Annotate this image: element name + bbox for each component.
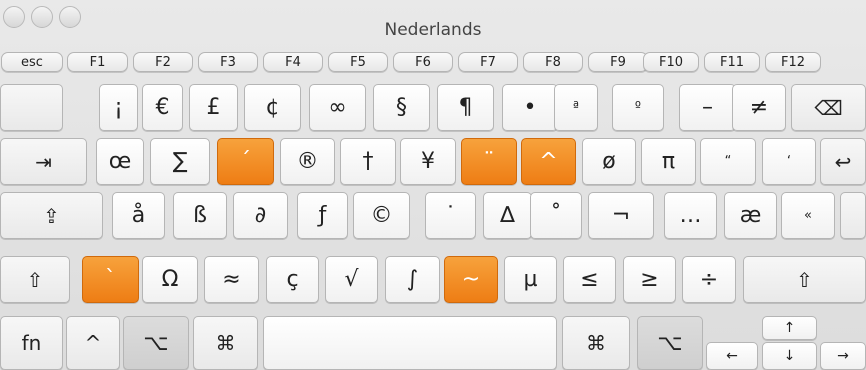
key-0[interactable]: º [612,84,664,131]
control-key[interactable]: ^ [66,316,120,370]
key-i-dead-circumflex[interactable]: ^ [521,138,576,185]
key-2[interactable]: € [142,84,183,131]
key-b[interactable]: ∫ [385,256,440,303]
key-3[interactable]: £ [189,84,238,131]
key-h[interactable]: ˙ [425,192,476,239]
key-semicolon[interactable]: … [664,192,717,239]
right-command-key[interactable]: ⌘ [562,316,630,370]
key-s[interactable]: ß [173,192,227,239]
key-f11[interactable]: F11 [704,52,760,72]
left-option-key[interactable]: ⌥ [123,316,189,370]
left-arrow-key[interactable]: ← [706,342,758,370]
key-6[interactable]: § [373,84,430,131]
key-period[interactable]: ≥ [623,256,676,303]
key-backslash[interactable]: « [781,192,835,239]
up-arrow-key[interactable]: ↑ [762,316,817,340]
keyboard-viewer-window: Nederlands esc F1 F2 F3 F4 F5 F6 F7 F8 F… [0,0,866,370]
key-8[interactable]: • [502,84,558,131]
caps-lock-key[interactable]: ⇪ [0,192,103,239]
title-bar: Nederlands [0,0,866,48]
key-f5[interactable]: F5 [328,52,388,72]
key-y[interactable]: ¥ [400,138,456,185]
key-f12[interactable]: F12 [765,52,821,72]
key-5[interactable]: ∞ [309,84,366,131]
left-shift-key[interactable]: ⇧ [0,256,70,303]
right-option-key[interactable]: ⌥ [637,316,703,370]
key-f4[interactable]: F4 [263,52,323,72]
key-f9[interactable]: F9 [588,52,648,72]
key-w[interactable]: ∑ [150,138,210,185]
key-f10[interactable]: F10 [643,52,699,72]
key-q[interactable]: œ [96,138,144,185]
key-f7[interactable]: F7 [458,52,518,72]
return-key-lower[interactable] [840,192,866,239]
key-right-bracket[interactable]: ‘ [762,138,816,185]
key-j[interactable]: ∆ [483,192,532,239]
key-quote[interactable]: æ [724,192,777,239]
key-n-dead-tilde[interactable]: ~ [444,256,498,303]
key-g[interactable]: © [353,192,410,239]
return-key[interactable]: ↩ [820,138,866,185]
key-f1[interactable]: F1 [67,52,128,72]
key-equals[interactable]: ≠ [732,84,786,131]
key-t[interactable]: † [340,138,396,185]
key-z[interactable]: Ω [142,256,198,303]
key-4[interactable]: ¢ [244,84,301,131]
key-slash[interactable]: ÷ [682,256,736,303]
down-arrow-key[interactable]: ↓ [762,342,817,370]
key-v[interactable]: √ [325,256,378,303]
key-l[interactable]: ¬ [588,192,654,239]
left-command-key[interactable]: ⌘ [193,316,258,370]
key-backtick[interactable] [0,84,63,131]
key-x[interactable]: ≈ [204,256,259,303]
key-left-bracket[interactable]: “ [700,138,756,185]
key-u-dead-umlaut[interactable]: ¨ [461,138,517,185]
key-comma[interactable]: ≤ [563,256,616,303]
window-title: Nederlands [384,20,482,40]
key-d[interactable]: ∂ [233,192,288,239]
key-f3[interactable]: F3 [198,52,258,72]
key-7[interactable]: ¶ [437,84,494,131]
key-esc[interactable]: esc [1,52,63,72]
fn-key[interactable]: fn [0,316,63,370]
key-c[interactable]: ç [266,256,319,303]
delete-key[interactable]: ⌫ [791,84,866,131]
key-k[interactable]: ˚ [530,192,582,239]
right-arrow-key[interactable]: → [820,342,866,370]
key-f[interactable]: ƒ [297,192,348,239]
key-9[interactable]: ª [554,84,598,131]
right-shift-key[interactable]: ⇧ [743,256,866,303]
key-f6[interactable]: F6 [393,52,453,72]
key-1[interactable]: ¡ [99,84,138,131]
key-backtick-dead-grave[interactable]: ` [82,256,139,303]
key-f2[interactable]: F2 [133,52,193,72]
key-e-dead-acute[interactable]: ´ [217,138,274,185]
key-r[interactable]: ® [280,138,335,185]
tab-key[interactable]: ⇥ [0,138,87,185]
key-o[interactable]: ø [582,138,636,185]
key-a[interactable]: å [112,192,165,239]
key-f8[interactable]: F8 [523,52,583,72]
key-m[interactable]: µ [504,256,557,303]
key-minus[interactable]: – [679,84,736,131]
key-p[interactable]: π [641,138,696,185]
space-bar[interactable] [263,316,557,370]
